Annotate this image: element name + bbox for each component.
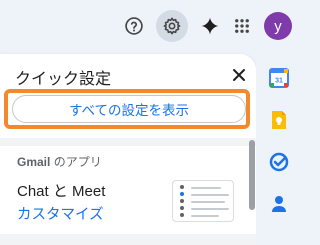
preview-line bbox=[191, 201, 225, 203]
section-divider bbox=[0, 234, 256, 245]
calendar-icon: 31 bbox=[269, 68, 289, 88]
account-avatar[interactable]: y bbox=[264, 12, 292, 40]
keep-icon bbox=[272, 111, 286, 129]
top-bar: y bbox=[0, 0, 300, 52]
preview-sidebar bbox=[179, 185, 185, 220]
preview-line bbox=[191, 187, 221, 189]
gemini-star-icon bbox=[201, 17, 219, 35]
avatar-letter: y bbox=[274, 17, 282, 35]
apps-grid-icon bbox=[235, 19, 249, 33]
help-button[interactable] bbox=[118, 10, 150, 42]
google-apps-button[interactable] bbox=[226, 10, 258, 42]
chat-meet-preview-thumbnail bbox=[172, 180, 234, 222]
settings-button[interactable] bbox=[156, 10, 188, 42]
section-divider bbox=[0, 138, 256, 146]
customize-link[interactable]: カスタマイズ bbox=[17, 203, 104, 224]
side-panel: 31 bbox=[256, 54, 300, 245]
quick-settings-panel: クイック設定 すべての設定を表示 Gmail のアプリ Chat と Meet … bbox=[0, 54, 256, 245]
see-all-settings-label: すべての設定を表示 bbox=[68, 103, 189, 118]
chat-meet-label: Chat と Meet bbox=[17, 183, 106, 200]
gemini-button[interactable] bbox=[194, 10, 226, 42]
section-heading-brand: Gmail bbox=[17, 155, 51, 169]
close-button[interactable] bbox=[226, 62, 252, 88]
tasks-app-button[interactable] bbox=[269, 152, 289, 172]
keep-app-button[interactable] bbox=[269, 110, 289, 130]
preview-dot bbox=[180, 199, 184, 203]
contacts-app-button[interactable] bbox=[269, 194, 289, 214]
close-icon bbox=[233, 69, 245, 81]
preview-line bbox=[191, 215, 219, 217]
panel-scrollbar[interactable] bbox=[249, 140, 255, 210]
preview-line bbox=[191, 208, 229, 210]
preview-dot bbox=[180, 206, 184, 210]
calendar-day: 31 bbox=[275, 78, 283, 85]
section-heading-text: のアプリ bbox=[50, 155, 102, 169]
calendar-app-button[interactable]: 31 bbox=[269, 68, 289, 88]
preview-dot bbox=[180, 213, 184, 217]
gear-icon bbox=[163, 17, 181, 35]
preview-dot bbox=[180, 185, 184, 189]
tasks-icon bbox=[269, 152, 289, 172]
section-heading: Gmail のアプリ bbox=[17, 153, 102, 170]
contacts-icon bbox=[272, 196, 286, 212]
preview-line bbox=[191, 194, 229, 196]
preview-dot-active bbox=[180, 192, 184, 196]
panel-title: クイック設定 bbox=[15, 71, 112, 88]
help-icon bbox=[125, 17, 143, 35]
see-all-settings-button[interactable]: すべての設定を表示 bbox=[12, 95, 246, 123]
